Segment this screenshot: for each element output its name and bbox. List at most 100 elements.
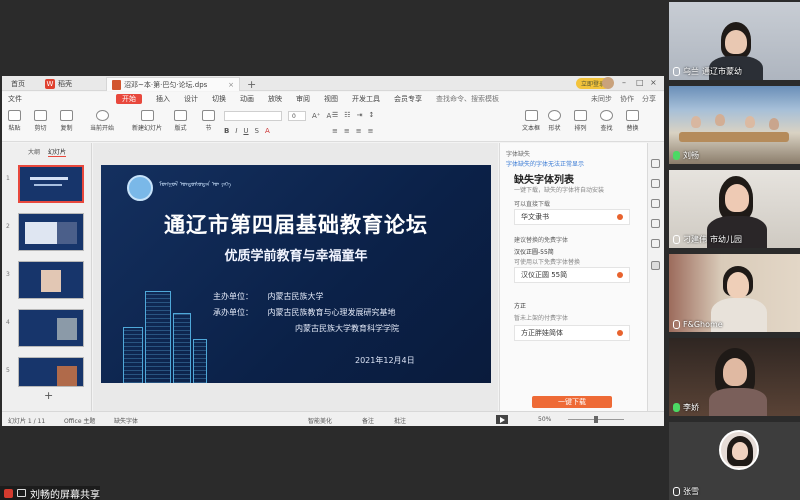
new-slide-button[interactable]: 新建幻灯片 xyxy=(132,110,162,132)
tab-slides[interactable]: 幻灯片 xyxy=(48,147,67,157)
align-left-icon[interactable]: ≡ xyxy=(332,127,338,135)
align-right-icon[interactable]: ≡ xyxy=(356,127,362,135)
layout-button[interactable]: 版式 xyxy=(174,110,187,132)
close-window-icon[interactable]: × xyxy=(650,78,657,87)
menu-item-member[interactable]: 会员专享 xyxy=(387,94,429,104)
participant-tile-1[interactable]: 乌兰 通辽市蒙幼 xyxy=(669,2,800,80)
notes-button[interactable]: 备注 xyxy=(362,416,374,425)
strikethrough-icon[interactable]: S xyxy=(255,127,259,135)
menu-item-review[interactable]: 审阅 xyxy=(289,94,317,104)
menu-item-transition[interactable]: 切换 xyxy=(205,94,233,104)
add-slide-button[interactable]: + xyxy=(44,389,53,402)
thumb-number: 5 xyxy=(6,367,10,374)
menu-item-file[interactable]: 文件 xyxy=(2,94,29,104)
italic-icon[interactable]: I xyxy=(235,127,237,135)
line-spacing-icon[interactable]: ↕ xyxy=(368,111,374,119)
slide-thumbnail-1[interactable] xyxy=(18,165,84,203)
sync-status[interactable]: 未同步 xyxy=(591,94,612,104)
building-graphic xyxy=(123,327,143,383)
clock-icon[interactable] xyxy=(651,239,660,248)
menu-item-start[interactable]: 开始 xyxy=(109,94,149,104)
download-all-button[interactable]: 一键下载 xyxy=(532,396,612,408)
user-avatar[interactable] xyxy=(602,77,614,89)
paragraph-row: ☰ ☷ ⇥ ↕ xyxy=(332,111,374,119)
find-button[interactable]: 查找 xyxy=(600,110,613,132)
smart-beautify-button[interactable]: 智能美化 xyxy=(308,416,332,425)
increase-font-icon[interactable]: A⁺ xyxy=(312,112,320,120)
menu-bar: 文件 开始 插入 设计 切换 动画 放映 审阅 视图 开发工具 会员专享 查找命… xyxy=(2,92,664,106)
participant-tile-2[interactable]: 刘畅 xyxy=(669,86,800,164)
underline-icon[interactable]: U xyxy=(243,127,248,135)
align-center-icon[interactable]: ≡ xyxy=(344,127,350,135)
download-dot-icon[interactable] xyxy=(617,272,623,278)
comment-button[interactable]: 批注 xyxy=(394,416,406,425)
download-dot-icon[interactable] xyxy=(617,330,623,336)
participant-tile-4[interactable]: F&Ghome xyxy=(669,254,800,332)
command-search[interactable]: 查找命令、搜索模板 xyxy=(429,94,506,104)
section-button[interactable]: 节 xyxy=(202,110,215,132)
transition-icon[interactable] xyxy=(651,199,660,208)
font-size-select[interactable]: 0 xyxy=(288,111,306,121)
font-item-2[interactable]: 汉仪正圆 55简 xyxy=(514,267,630,283)
font-icon[interactable] xyxy=(651,261,660,270)
justify-icon[interactable]: ≡ xyxy=(368,127,374,135)
textbox-label: 文本框 xyxy=(522,125,541,132)
menu-item-slideshow[interactable]: 放映 xyxy=(261,94,289,104)
tab-home[interactable]: 首页 xyxy=(6,77,30,91)
current-slide[interactable]: ᠮᠣᠩᠭᠣᠯ ᠤᠨᠳᠤᠰᠤᠲᠡᠨ ᠦ ᠶᠡᠬᠡ 通辽市第四届基础教育论坛 优质学… xyxy=(101,165,491,383)
arrange-button[interactable]: 排列 xyxy=(574,110,587,132)
properties-icon[interactable] xyxy=(651,159,660,168)
copy-button[interactable]: 复制 xyxy=(60,110,73,132)
close-tab-icon[interactable]: × xyxy=(228,81,234,89)
slide-thumbnail-3[interactable] xyxy=(18,261,84,299)
slide-thumbnail-4[interactable] xyxy=(18,309,84,347)
missing-font-status[interactable]: 缺失字体 xyxy=(114,416,138,425)
copy-icon xyxy=(60,110,73,121)
maximize-icon[interactable]: □ xyxy=(636,78,644,87)
download-dot-icon[interactable] xyxy=(617,214,623,220)
shape-button[interactable]: 形状 xyxy=(548,110,561,132)
menu-item-view[interactable]: 视图 xyxy=(317,94,345,104)
slide-date: 2021年12月4日 xyxy=(355,356,415,365)
animation-icon[interactable] xyxy=(651,179,660,188)
help-icon[interactable] xyxy=(651,219,660,228)
paste-button[interactable]: 粘贴 xyxy=(8,110,21,132)
status-bar: 幻灯片 1 / 11 Office 主题 缺失字体 智能美化 备注 批注 50% xyxy=(2,411,664,426)
slideshow-play-button[interactable] xyxy=(496,415,508,424)
menu-item-start-label: 开始 xyxy=(116,94,142,104)
participant-label: F&Ghome xyxy=(673,320,723,329)
tab-app[interactable]: W 稻壳 xyxy=(40,77,77,91)
textbox-button[interactable]: 文本框 xyxy=(522,110,540,132)
menu-item-design[interactable]: 设计 xyxy=(177,94,205,104)
participant-tile-5[interactable]: 李娇 xyxy=(669,338,800,416)
new-tab-button[interactable]: + xyxy=(242,77,261,91)
mic-active-icon xyxy=(673,151,680,160)
tab-outline[interactable]: 大纲 xyxy=(28,147,40,157)
current-start-button[interactable]: 当前开始 xyxy=(90,110,114,132)
tab-document[interactable]: 沼邓~本·第·巴匀·论坛.dps × xyxy=(106,77,240,91)
participant-tile-3[interactable]: 刁建伟 市幼儿园 xyxy=(669,170,800,248)
share-button[interactable]: 分享 xyxy=(642,94,656,104)
bold-icon[interactable]: B xyxy=(224,127,229,135)
slide-thumbnail-5[interactable] xyxy=(18,357,84,387)
slide-thumbnail-2[interactable] xyxy=(18,213,84,251)
zoom-slider-handle[interactable] xyxy=(594,416,598,423)
replace-button[interactable]: 替换 xyxy=(626,110,639,132)
font-color-icon[interactable]: A xyxy=(265,127,270,135)
collaborate-button[interactable]: 协作 xyxy=(620,94,634,104)
bullet-list-icon[interactable]: ☰ xyxy=(332,111,338,119)
font-item-1[interactable]: 华文隶书 xyxy=(514,209,630,225)
participant-tile-6[interactable]: 张雪 xyxy=(669,422,800,500)
menu-item-insert[interactable]: 插入 xyxy=(149,94,177,104)
minimize-icon[interactable]: – xyxy=(622,78,626,87)
pane-link[interactable]: 字体缺失的字体无法正常显示 xyxy=(506,159,584,168)
font-item-3[interactable]: 方正胖娃简体 xyxy=(514,325,630,341)
font-family-select[interactable] xyxy=(224,111,282,121)
cut-button[interactable]: 剪切 xyxy=(34,110,47,132)
participant-name: 张雪 xyxy=(683,487,699,496)
indent-icon[interactable]: ⇥ xyxy=(357,111,363,119)
menu-item-animation[interactable]: 动画 xyxy=(233,94,261,104)
menu-item-developer[interactable]: 开发工具 xyxy=(345,94,387,104)
numbered-list-icon[interactable]: ☷ xyxy=(344,111,350,119)
theme-name: Office 主题 xyxy=(64,418,96,425)
